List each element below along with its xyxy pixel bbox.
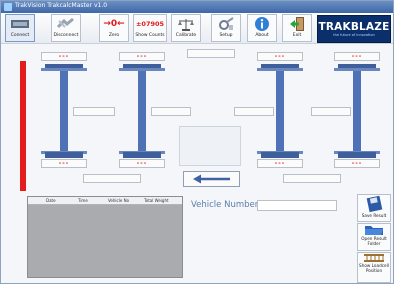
- zero-icon: →0←: [103, 19, 125, 29]
- zero-button[interactable]: →0← Zero: [99, 14, 129, 42]
- setup-button[interactable]: Setup: [211, 14, 241, 42]
- loadcell-2-bottom-readout: ---: [119, 159, 165, 168]
- trakblaze-logo: TRAKBLAZE the future of innovation: [317, 15, 391, 43]
- app-window: TrakVision TrakcalcMaster v1.0 Connect D…: [0, 0, 394, 284]
- loadcell-1-top-readout: ---: [41, 52, 87, 61]
- info-icon: [254, 16, 270, 32]
- disconnect-label: Disconnect: [53, 33, 79, 38]
- col-vehicle-no: Vehicle No: [108, 198, 130, 203]
- col-total-weight: Total Weight: [144, 198, 169, 203]
- show-counts-button[interactable]: ±07905 Show Counts: [133, 14, 167, 42]
- connect-label: Connect: [10, 33, 30, 38]
- status-indicator-bar: [20, 61, 26, 191]
- vehicle-number-input[interactable]: [257, 200, 337, 211]
- loadcell-2-top-readout: ---: [119, 52, 165, 61]
- about-label: About: [255, 33, 269, 38]
- window-title: TrakVision TrakcalcMaster v1.0: [15, 2, 108, 9]
- exit-door-icon: [288, 16, 306, 32]
- loadcell-4-bottom-readout: ---: [334, 159, 380, 168]
- loadcell-1-bottom-readout: ---: [41, 159, 87, 168]
- save-disk-icon: [366, 195, 383, 213]
- calibrate-label: Calibrate: [175, 33, 197, 38]
- connect-button[interactable]: Connect: [5, 14, 35, 42]
- right-bottom-display: [283, 174, 341, 183]
- connect-icon: [9, 16, 31, 32]
- about-button[interactable]: About: [247, 14, 277, 42]
- left-bottom-display: [83, 174, 141, 183]
- direction-arrow-button[interactable]: [183, 171, 240, 187]
- results-table[interactable]: Date Time Vehicle No Total Weight: [27, 196, 183, 278]
- loadcell-3-side-display: [234, 107, 274, 116]
- open-result-folder-button[interactable]: Open Result Folder: [357, 223, 391, 251]
- loadcell-3-bottom-readout: ---: [257, 159, 303, 168]
- calibrate-button[interactable]: Calibrate: [171, 14, 201, 42]
- setup-label: Setup: [219, 33, 233, 38]
- loadcell-grid-icon: [364, 254, 384, 262]
- disconnect-icon: [55, 16, 77, 32]
- col-date: Date: [46, 198, 56, 203]
- show-counts-label: Show Counts: [135, 33, 165, 38]
- app-icon: [4, 3, 12, 11]
- vehicle-number-label: Vehicle Number: [191, 200, 259, 210]
- exit-label: Exit: [292, 33, 302, 38]
- zero-label: Zero: [108, 33, 120, 38]
- save-result-button[interactable]: Save Result: [357, 194, 391, 222]
- center-top-display: [187, 49, 235, 58]
- col-time: Time: [78, 198, 88, 203]
- exit-button[interactable]: Exit: [282, 14, 312, 42]
- vehicle-image-placeholder: [179, 126, 241, 166]
- loadcell-3-top-readout: ---: [257, 52, 303, 61]
- table-header: Date Time Vehicle No Total Weight: [28, 197, 182, 205]
- scale-icon: [177, 16, 195, 32]
- loadcell-1-side-display: [73, 107, 115, 116]
- loadcell-4-side-display: [311, 107, 351, 116]
- loadcell-2-side-display: [151, 107, 191, 116]
- title-bar: TrakVision TrakcalcMaster v1.0: [1, 1, 393, 13]
- loadcell-4-top-readout: ---: [334, 52, 380, 61]
- disconnect-button[interactable]: Disconnect: [51, 14, 81, 42]
- folder-icon: [365, 226, 383, 235]
- setup-icon: [217, 16, 235, 32]
- show-loadcell-position-button[interactable]: Show Loadcell Position: [357, 252, 391, 283]
- counts-readout: ±07905: [135, 20, 165, 28]
- left-arrow-icon: [192, 174, 230, 184]
